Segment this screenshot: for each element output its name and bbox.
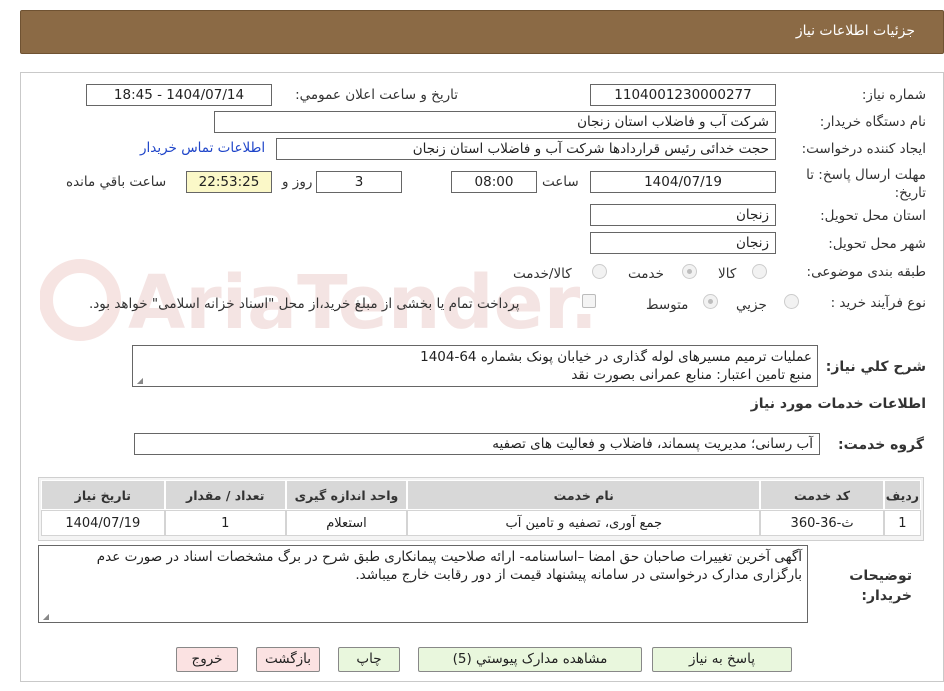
category-service-label: خدمت — [628, 266, 664, 282]
category-goods-service-label: کالا/خدمت — [513, 266, 572, 282]
general-desc-line-2: منبع تامین اعتبار: منابع عمرانی بصورت نق… — [571, 367, 812, 383]
col-service-code: کد خدمت — [760, 480, 884, 510]
buyer-org-field: شرکت آب و فاضلاب استان زنجان — [214, 111, 776, 133]
view-attachments-button[interactable]: مشاهده مدارک پیوستي (5) — [418, 647, 642, 672]
purchase-medium-label: متوسط — [646, 297, 689, 313]
service-group-label: گروه خدمت: — [838, 437, 924, 453]
buyer-org-label: نام دستگاه خریدار: — [819, 114, 926, 130]
treasury-payment-note: پرداخت تمام یا بخشی از مبلغ خرید،از محل … — [89, 296, 520, 312]
resize-grip-icon[interactable]: ◢ — [135, 377, 143, 385]
buyer-notes-text: آگهی آخرین تغییرات صاحبان حق امضا –اساسن… — [96, 549, 802, 583]
reply-to-need-button[interactable]: پاسخ به نیاز — [652, 647, 792, 672]
cell-unit: استعلام — [285, 510, 408, 536]
purchase-minor-label: جزيي — [736, 297, 767, 313]
need-number-label: شماره نیاز: — [861, 87, 926, 103]
buyer-contact-link[interactable]: اطلاعات تماس خریدار — [140, 140, 265, 156]
cell-row-number: 1 — [883, 510, 921, 536]
need-number-field: 1104001230000277 — [590, 84, 776, 106]
col-row-number: ردیف — [883, 480, 921, 510]
city-label: شهر محل تحویل: — [828, 236, 926, 252]
deadline-time-label: ساعت — [542, 174, 579, 190]
category-goods-label: کالا — [718, 266, 737, 282]
services-section-title: اطلاعات خدمات مورد نیاز — [750, 396, 926, 412]
requester-field: حجت خدائی رئیس قراردادها شرکت آب و فاضلا… — [276, 138, 776, 160]
services-table-wrapper: ردیف کد خدمت نام خدمت واحد اندازه گیری ت… — [38, 477, 924, 541]
col-quantity: تعداد / مقدار — [164, 480, 286, 510]
services-table: ردیف کد خدمت نام خدمت واحد اندازه گیری ت… — [41, 480, 921, 536]
print-button[interactable]: چاپ — [338, 647, 400, 672]
days-remaining-field: 3 — [316, 171, 402, 193]
purchase-type-label: نوع فرآیند خرید : — [830, 295, 926, 311]
table-row: 1 ث-36-360 جمع آوری، تصفیه و تامین آب اس… — [41, 510, 921, 536]
general-desc-line-1: عملیات ترمیم مسیرهای لوله گذاری در خیابا… — [420, 349, 812, 365]
table-header-row: ردیف کد خدمت نام خدمت واحد اندازه گیری ت… — [41, 480, 921, 510]
purchase-medium-radio[interactable] — [703, 294, 718, 309]
purchase-minor-radio[interactable] — [784, 294, 799, 309]
announce-date-label: تاریخ و ساعت اعلان عمومي: — [295, 87, 458, 103]
cell-need-date: 1404/07/19 — [41, 510, 165, 536]
treasury-payment-checkbox[interactable] — [582, 294, 596, 308]
category-goods-radio[interactable] — [752, 264, 767, 279]
cell-service-code: ث-36-360 — [760, 510, 884, 536]
service-group-field: آب رسانی؛ مدیریت پسماند، فاضلاب و فعالیت… — [134, 433, 820, 455]
announce-date-field: 1404/07/14 - 18:45 — [86, 84, 272, 106]
deadline-date-field: 1404/07/19 — [590, 171, 776, 193]
cell-service-name: جمع آوری، تصفیه و تامین آب — [407, 510, 761, 536]
province-label: استان محل تحویل: — [820, 208, 926, 224]
cell-quantity: 1 — [164, 510, 286, 536]
category-label: طبقه بندی موضوعی: — [806, 264, 926, 280]
deadline-label: مهلت ارسال پاسخ: تا تاریخ: — [806, 167, 926, 201]
remaining-time-label: ساعت باقي مانده — [66, 174, 167, 190]
general-desc-textarea[interactable]: عملیات ترمیم مسیرهای لوله گذاری در خیابا… — [132, 345, 818, 387]
exit-button[interactable]: خروج — [176, 647, 238, 672]
requester-label: ایجاد کننده درخواست: — [801, 141, 926, 157]
buyer-notes-label: توضیحات خریدار: — [849, 568, 912, 604]
city-field: زنجان — [590, 232, 776, 254]
category-service-radio[interactable] — [682, 264, 697, 279]
days-label: روز و — [282, 174, 313, 190]
col-need-date: تاریخ نیاز — [41, 480, 165, 510]
page-title: جزئیات اطلاعات نیاز — [795, 23, 915, 39]
province-field: زنجان — [590, 204, 776, 226]
page-header: جزئیات اطلاعات نیاز — [20, 10, 944, 54]
col-unit: واحد اندازه گیری — [285, 480, 408, 510]
col-service-name: نام خدمت — [407, 480, 761, 510]
buyer-notes-textarea[interactable]: آگهی آخرین تغییرات صاحبان حق امضا –اساسن… — [38, 545, 808, 623]
general-desc-label: شرح کلي نیاز: — [825, 359, 926, 375]
category-goods-service-radio[interactable] — [592, 264, 607, 279]
back-button[interactable]: بازگشت — [256, 647, 320, 672]
deadline-time-field: 08:00 — [451, 171, 537, 193]
resize-grip-icon[interactable]: ◢ — [41, 613, 49, 621]
remaining-time-field: 22:53:25 — [186, 171, 272, 193]
